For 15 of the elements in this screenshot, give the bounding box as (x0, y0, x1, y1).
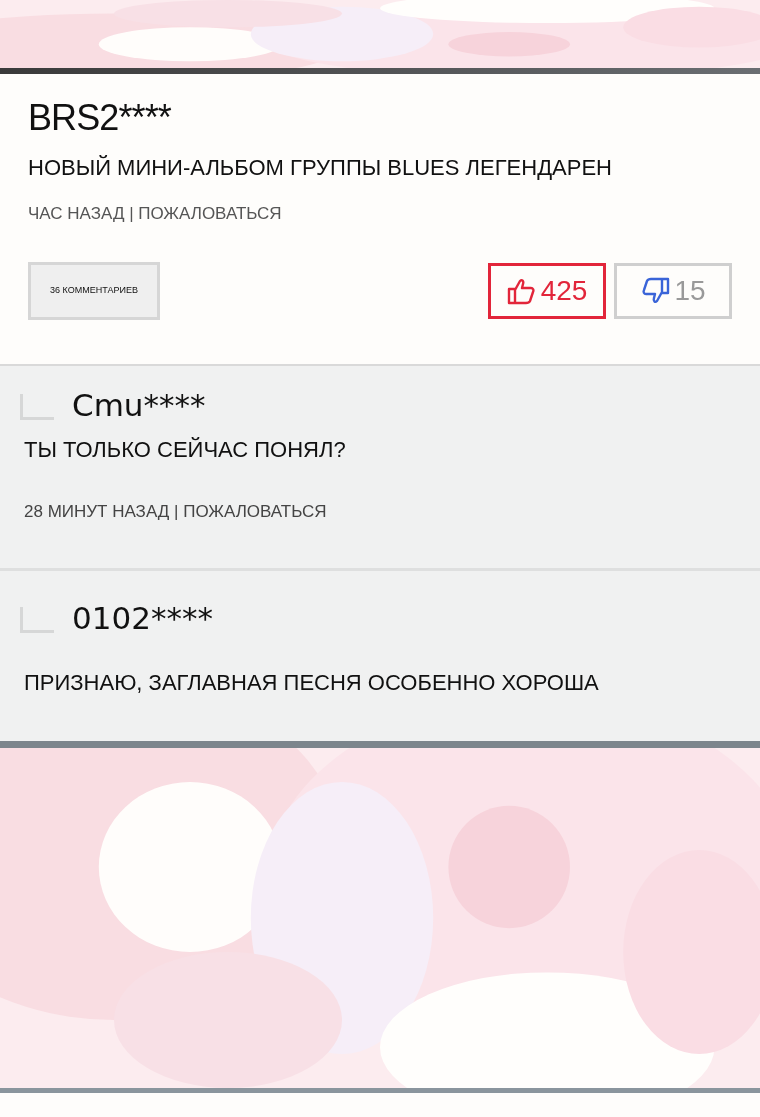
comment-meta: 28 МИНУТ НАЗАД | ПОЖАЛОВАТЬСЯ (24, 501, 327, 523)
thumbs-up-icon (506, 277, 537, 305)
reply-connector (20, 394, 54, 420)
username: BRS2**** (28, 98, 171, 138)
username: Cmu**** (72, 386, 206, 424)
comment-text: НОВЫЙ МИНИ-АЛЬБОМ ГРУППЫ BLUES ЛЕГЕНДАРЕН (28, 154, 612, 182)
comment-text: ПРИЗНАЮ, ЗАГЛАВНАЯ ПЕСНЯ ОСОБЕННО ХОРОША (24, 669, 599, 697)
reply-connector (20, 607, 54, 633)
username: 0102**** (72, 599, 213, 637)
comment-meta: ЧАС НАЗАД | ПОЖАЛОВАТЬСЯ (28, 203, 282, 225)
comment-text: ТЫ ТОЛЬКО СЕЙЧАС ПОНЯЛ? (24, 436, 346, 464)
dislike-button[interactable]: 15 (614, 263, 732, 319)
comments-button[interactable]: 36 КОММЕНТАРИЕВ (28, 262, 160, 320)
thumbs-down-icon (640, 277, 671, 305)
like-button[interactable]: 425 (488, 263, 606, 319)
